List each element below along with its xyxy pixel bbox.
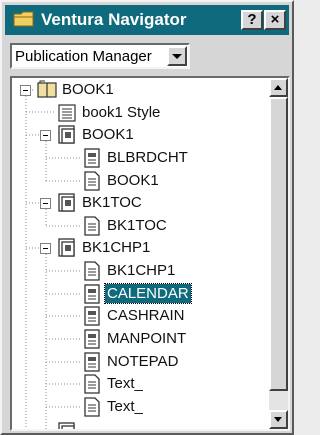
collapse-icon[interactable] (20, 85, 31, 96)
collapse-icon[interactable] (40, 243, 51, 254)
help-button[interactable]: ? (241, 10, 263, 30)
tree-item-label: MANPOINT (107, 330, 187, 347)
tree-item-label: Text_ (107, 398, 143, 415)
text-file-icon (84, 171, 100, 191)
folder-icon (13, 11, 34, 27)
file-icon (84, 306, 100, 326)
tree-item-label: BK1CHP1 (107, 262, 176, 279)
scroll-up-icon[interactable] (269, 78, 288, 97)
tree-item-text-1[interactable]: Text_ (12, 373, 252, 395)
tree-item-label: BOOK1 (107, 172, 159, 189)
tree-item-label: BK1TOC (107, 217, 167, 234)
tree-item-chapter-bk1chp1[interactable]: BK1CHP1 (12, 237, 252, 259)
navigator-window: Ventura Navigator ? × Publication Manage… (0, 0, 294, 435)
tree-item-bk1chp1-text[interactable]: BK1CHP1 (12, 260, 252, 282)
tree-item-partial (12, 421, 252, 429)
tree-item-chapter-book1[interactable]: BOOK1 (12, 124, 252, 146)
book-icon (37, 80, 57, 98)
tree-item-label: BLBRDCHT (107, 149, 188, 166)
file-icon (84, 352, 100, 372)
text-file-icon (84, 397, 100, 417)
view-select-value: Publication Manager (15, 48, 152, 65)
tree-item-calendar[interactable]: CALENDAR (12, 283, 252, 305)
style-icon (58, 104, 76, 122)
publication-tree: BOOK1 book1 Style BOOK1 BLBRDCHT BOOK1 B… (10, 76, 290, 431)
tree-item-book1-text[interactable]: BOOK1 (12, 170, 252, 192)
tree-item-label: CASHRAIN (107, 307, 185, 324)
view-select[interactable]: Publication Manager (10, 43, 190, 69)
tree-item-label: CALENDAR (104, 283, 192, 304)
chapter-icon (58, 125, 75, 144)
chapter-icon (58, 238, 75, 257)
tree-item-label: NOTEPAD (107, 353, 179, 370)
text-file-icon (84, 374, 100, 394)
scrollbar-thumb[interactable] (269, 97, 288, 391)
close-button[interactable]: × (264, 10, 286, 30)
tree-item-notepad[interactable]: NOTEPAD (12, 351, 252, 373)
tree-item-book1-root[interactable]: BOOK1 (12, 79, 252, 101)
tree-item-label: Text_ (107, 375, 143, 392)
vertical-scrollbar[interactable] (269, 78, 288, 429)
tree-item-cashrain[interactable]: CASHRAIN (12, 305, 252, 327)
tree-item-label: book1 Style (82, 104, 161, 121)
title-bar[interactable]: Ventura Navigator ? × (5, 5, 289, 35)
tree-item-text-2[interactable]: Text_ (12, 396, 252, 418)
tree-item-label: BK1CHP1 (82, 239, 151, 256)
text-file-icon (84, 261, 100, 281)
tree-item-book1-style[interactable]: book1 Style (12, 102, 252, 124)
scroll-down-icon[interactable] (269, 410, 288, 429)
tree-item-label: BOOK1 (62, 81, 114, 98)
tree-item-blbrdcht[interactable]: BLBRDCHT (12, 147, 252, 169)
tree-item-bk1toc-text[interactable]: BK1TOC (12, 215, 252, 237)
tree-item-manpoint[interactable]: MANPOINT (12, 328, 252, 350)
text-file-icon (84, 216, 100, 236)
tree-item-label: BOOK1 (82, 126, 134, 143)
chapter-icon (58, 422, 75, 429)
chevron-down-icon[interactable] (167, 46, 187, 66)
collapse-icon[interactable] (40, 198, 51, 209)
tree-item-chapter-bk1toc[interactable]: BK1TOC (12, 192, 252, 214)
file-icon (84, 284, 100, 304)
file-icon (84, 148, 100, 168)
chapter-icon (58, 193, 75, 212)
file-icon (84, 329, 100, 349)
tree-item-label: BK1TOC (82, 194, 142, 211)
window-title: Ventura Navigator (41, 10, 187, 29)
collapse-icon[interactable] (40, 130, 51, 141)
